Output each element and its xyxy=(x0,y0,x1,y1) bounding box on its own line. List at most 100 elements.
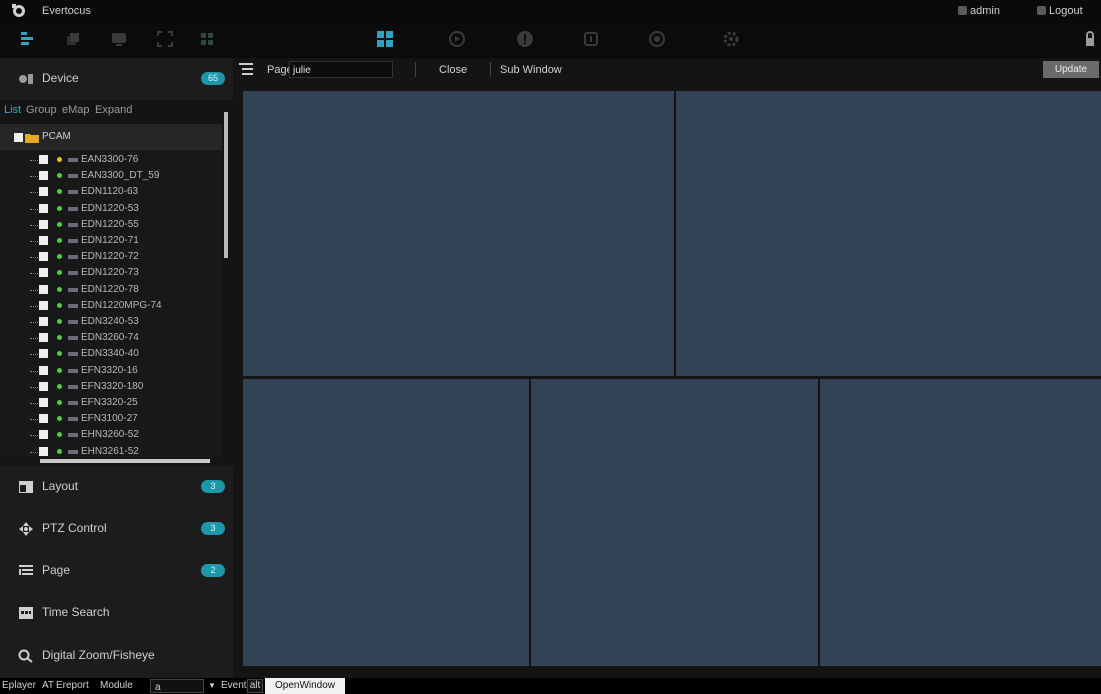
page-icon[interactable] xyxy=(582,30,600,48)
device-checkbox[interactable] xyxy=(39,366,48,375)
tab-group[interactable]: Group xyxy=(26,104,57,116)
tree-horizontal-scrollbar[interactable] xyxy=(0,457,230,465)
video-pane-5[interactable] xyxy=(820,379,1101,666)
camera-icon xyxy=(68,385,78,389)
video-pane-2[interactable] xyxy=(676,91,1101,376)
page-name-input[interactable]: julie xyxy=(289,61,393,78)
layout-section-header[interactable]: Layout 3 xyxy=(0,466,233,509)
device-checkbox[interactable] xyxy=(39,430,48,439)
tree-icon[interactable] xyxy=(18,30,36,48)
device-checkbox[interactable] xyxy=(39,155,48,164)
device-tree-item[interactable]: EDN1220-55 xyxy=(0,217,222,233)
device-tree-item[interactable]: EDN1220-73 xyxy=(0,265,222,281)
device-tree-item[interactable]: EDN1220-78 xyxy=(0,282,222,298)
playback-icon[interactable] xyxy=(448,30,466,48)
device-count-badge: 65 xyxy=(201,72,225,85)
tree-connector xyxy=(30,192,38,193)
device-checkbox[interactable] xyxy=(39,301,48,310)
device-tree-item[interactable]: EDN1220-72 xyxy=(0,249,222,265)
device-checkbox[interactable] xyxy=(39,317,48,326)
device-tree-item[interactable]: EDN1120-63 xyxy=(0,184,222,200)
tree-root-node[interactable]: PCAM xyxy=(0,124,222,150)
device-checkbox[interactable] xyxy=(39,236,48,245)
root-checkbox[interactable] xyxy=(14,133,23,142)
ptz-section-header[interactable]: PTZ Control 3 xyxy=(0,508,233,551)
device-tree-item[interactable]: EDN1220-71 xyxy=(0,233,222,249)
device-checkbox[interactable] xyxy=(39,220,48,229)
device-tree-item[interactable]: EDN3260-74 xyxy=(0,330,222,346)
camera-icon xyxy=(68,174,78,178)
device-tree-item[interactable]: EDN3240-53 xyxy=(0,314,222,330)
tiles-icon[interactable] xyxy=(198,30,216,48)
device-tree-item[interactable]: EFN3100-27 xyxy=(0,411,222,427)
update-button[interactable]: Update xyxy=(1043,61,1099,78)
logout-icon xyxy=(1037,6,1046,15)
left-panel: Device 65 List Group eMap Expand PCAM EA… xyxy=(0,58,233,678)
user-indicator[interactable]: admin xyxy=(958,5,1000,17)
sub-window-button[interactable]: Sub Window xyxy=(500,64,562,76)
camera-icon xyxy=(68,417,78,421)
device-tree-item[interactable]: EDN1220MPG-74 xyxy=(0,298,222,314)
video-pane-4[interactable] xyxy=(531,379,818,666)
status-dot-icon xyxy=(57,206,62,211)
tab-emap[interactable]: eMap xyxy=(62,104,90,116)
camera-icon xyxy=(68,336,78,340)
device-name: EFN3320-25 xyxy=(81,397,138,408)
device-checkbox[interactable] xyxy=(39,187,48,196)
device-tree-item[interactable]: EFN3320-25 xyxy=(0,395,222,411)
device-tree-item[interactable]: EAN3300-76 xyxy=(0,152,222,168)
open-window-button[interactable]: OpenWindow xyxy=(265,678,345,694)
video-pane-1[interactable] xyxy=(243,91,674,376)
tree-horizontal-scroll-thumb[interactable] xyxy=(40,459,210,463)
window-icon[interactable] xyxy=(64,30,82,48)
time-search-section-header[interactable]: Time Search xyxy=(0,592,233,635)
device-checkbox[interactable] xyxy=(39,398,48,407)
device-checkbox[interactable] xyxy=(39,252,48,261)
device-checkbox[interactable] xyxy=(39,349,48,358)
event-label: Event xyxy=(221,680,247,691)
device-section-header[interactable]: Device 65 xyxy=(0,58,233,101)
tab-list[interactable]: List xyxy=(4,104,21,116)
device-checkbox[interactable] xyxy=(39,204,48,213)
device-checkbox[interactable] xyxy=(39,414,48,423)
monitor-icon[interactable] xyxy=(110,30,128,48)
chevron-down-icon[interactable]: ▼ xyxy=(208,681,216,690)
event-input[interactable]: alt xyxy=(247,679,263,693)
target-icon[interactable] xyxy=(648,30,666,48)
tree-vertical-scrollbar[interactable] xyxy=(222,110,230,465)
device-checkbox[interactable] xyxy=(39,447,48,456)
page-list-icon[interactable] xyxy=(239,63,253,76)
gear-icon[interactable] xyxy=(722,30,740,48)
device-checkbox[interactable] xyxy=(39,171,48,180)
device-tree-item[interactable]: EAN3300_DT_59 xyxy=(0,168,222,184)
logout-button[interactable]: Logout xyxy=(1037,5,1083,17)
device-tree-item[interactable]: EDN3340-40 xyxy=(0,346,222,362)
device-name: EDN3240-53 xyxy=(81,316,139,327)
zoom-icon xyxy=(18,649,33,663)
device-checkbox[interactable] xyxy=(39,285,48,294)
device-tree-item[interactable]: EHN3260-52 xyxy=(0,427,222,443)
video-pane-3[interactable] xyxy=(243,379,529,666)
device-checkbox[interactable] xyxy=(39,333,48,342)
device-name: EDN1220-78 xyxy=(81,284,139,295)
tab-expand[interactable]: Expand xyxy=(95,104,132,116)
device-checkbox[interactable] xyxy=(39,268,48,277)
alert-icon[interactable] xyxy=(516,30,534,48)
layout-icon[interactable] xyxy=(376,30,394,48)
close-button[interactable]: Close xyxy=(439,64,467,76)
lock-icon[interactable] xyxy=(1084,30,1096,48)
module-select[interactable]: a xyxy=(150,679,204,693)
device-tree-item[interactable]: EDN1220-53 xyxy=(0,201,222,217)
device-tree-item[interactable]: EFN3320-16 xyxy=(0,363,222,379)
main-toolbar xyxy=(0,22,1101,58)
tree-vertical-scroll-thumb[interactable] xyxy=(224,112,228,258)
camera-icon xyxy=(68,271,78,275)
device-tree-item[interactable]: EFN3320-180 xyxy=(0,379,222,395)
camera-icon xyxy=(68,401,78,405)
device-checkbox[interactable] xyxy=(39,382,48,391)
digital-zoom-section-header[interactable]: Digital Zoom/Fisheye xyxy=(0,634,233,678)
page-icon xyxy=(19,565,33,575)
fullscreen-icon[interactable] xyxy=(156,30,174,48)
device-name: EFN3320-180 xyxy=(81,381,144,392)
page-section-header[interactable]: Page 2 xyxy=(0,550,233,593)
